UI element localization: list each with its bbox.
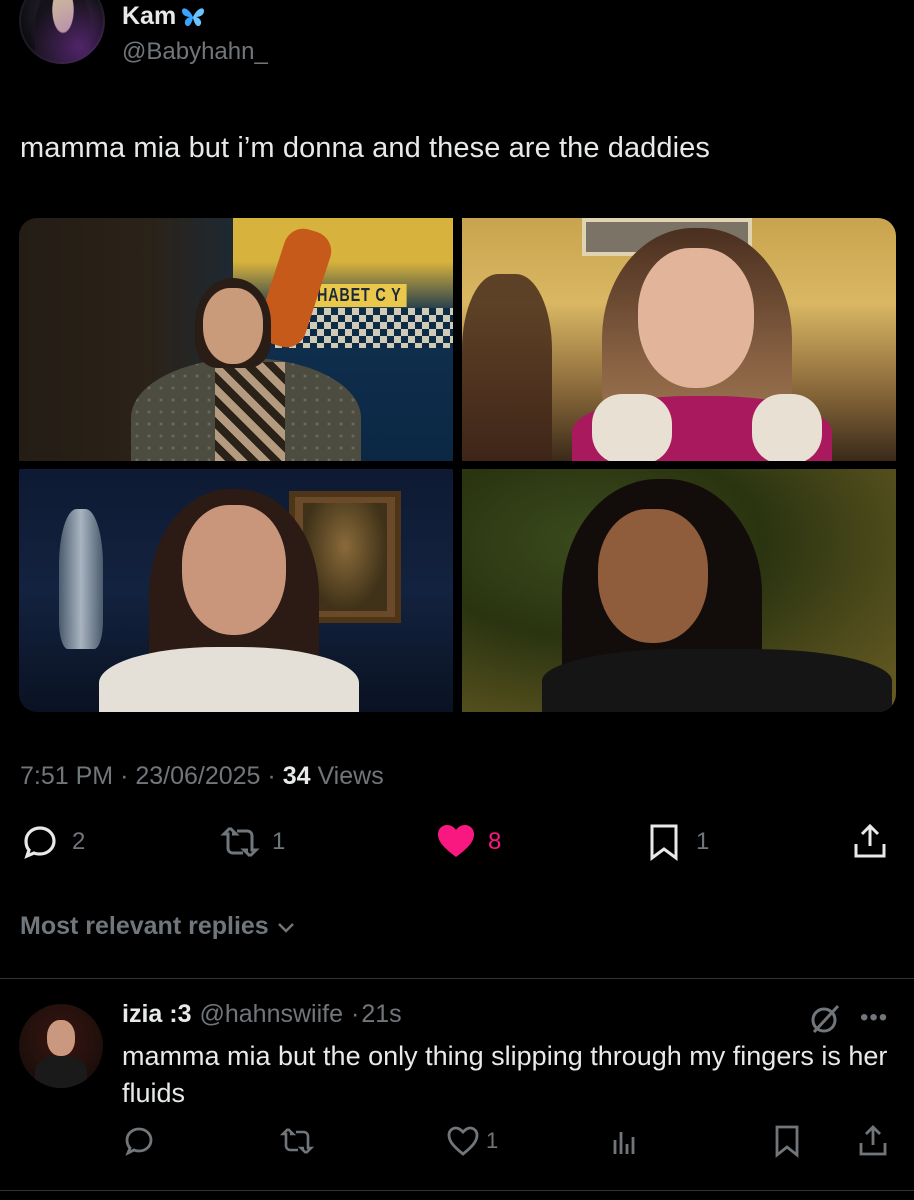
face bbox=[203, 288, 263, 364]
white-blazer bbox=[99, 647, 359, 712]
reply-avatar[interactable] bbox=[19, 1004, 103, 1088]
heart-filled-icon bbox=[438, 825, 474, 857]
tweet-action-bar: 2 1 8 1 bbox=[0, 822, 914, 872]
reply-header: izia :3 @hahnswiife · 21s bbox=[122, 1000, 402, 1029]
tweet-date[interactable]: 23/06/2025 bbox=[135, 762, 260, 790]
reply-bookmark-button[interactable] bbox=[770, 1124, 804, 1158]
tweet-meta: 7:51 PM · 23/06/2025 · 34 Views bbox=[20, 762, 384, 791]
tweet-text: mamma mia but i’m donna and these are th… bbox=[20, 132, 711, 164]
reply-author-name[interactable]: izia :3 bbox=[122, 1000, 191, 1029]
reply-author-handle[interactable]: @hahnswiife bbox=[199, 1000, 343, 1029]
photo-2[interactable] bbox=[462, 218, 896, 461]
heart-outline-icon bbox=[447, 1126, 479, 1156]
author-name-row[interactable]: Kam bbox=[122, 2, 206, 31]
share-button[interactable] bbox=[850, 822, 890, 862]
reply-like-button[interactable]: 1 bbox=[446, 1124, 498, 1158]
photo-1[interactable]: ALPHABET C Y bbox=[19, 218, 453, 461]
face bbox=[182, 505, 286, 635]
repost-icon bbox=[220, 826, 260, 858]
face bbox=[638, 248, 754, 388]
replies-sort-dropdown[interactable]: Most relevant replies bbox=[20, 912, 297, 941]
repost-count: 1 bbox=[272, 828, 286, 855]
chevron-down-icon bbox=[277, 922, 294, 933]
repost-button[interactable]: 1 bbox=[220, 822, 285, 862]
fur-collar-left bbox=[592, 394, 672, 461]
dark-coat bbox=[542, 649, 892, 712]
share-icon bbox=[854, 823, 886, 858]
like-count: 8 bbox=[488, 828, 502, 855]
reply-count: 2 bbox=[72, 828, 86, 855]
more-options-icon[interactable]: ••• bbox=[860, 1004, 888, 1032]
face bbox=[598, 509, 708, 643]
like-button[interactable]: 8 bbox=[436, 822, 501, 862]
photo-4[interactable] bbox=[462, 469, 896, 712]
reply-action-bar: 1 bbox=[0, 1124, 914, 1164]
photo-3[interactable] bbox=[19, 469, 453, 712]
grok-icon[interactable] bbox=[808, 1002, 842, 1036]
bottom-divider bbox=[0, 1190, 914, 1191]
shirt bbox=[215, 362, 285, 461]
views-count: 34 bbox=[282, 762, 311, 790]
reply-button[interactable]: 2 bbox=[20, 822, 85, 862]
section-divider bbox=[0, 978, 914, 979]
meta-separator: · bbox=[120, 762, 136, 790]
reply-like-count: 1 bbox=[486, 1128, 499, 1153]
background-person bbox=[462, 274, 552, 461]
reply-repost-button[interactable] bbox=[280, 1124, 314, 1158]
reply-separator: · bbox=[351, 1000, 360, 1028]
fur-collar-right bbox=[752, 394, 822, 461]
reply-share-button[interactable] bbox=[856, 1124, 890, 1158]
share-icon bbox=[859, 1125, 887, 1156]
reply-age[interactable]: 21s bbox=[361, 1000, 401, 1029]
bookmark-count: 1 bbox=[696, 828, 710, 855]
views-label: Views bbox=[310, 762, 384, 790]
bookmark-icon bbox=[650, 824, 678, 861]
person-figure bbox=[131, 223, 371, 461]
reply-icon bbox=[24, 826, 56, 859]
bookmark-button[interactable]: 1 bbox=[644, 822, 709, 862]
author-handle[interactable]: @Babyhahn_ bbox=[122, 38, 268, 66]
media-grid: ALPHABET C Y bbox=[19, 218, 896, 712]
replies-sort-label: Most relevant replies bbox=[20, 912, 269, 940]
reply-reply-button[interactable] bbox=[122, 1124, 156, 1158]
tweet-time[interactable]: 7:51 PM bbox=[20, 762, 113, 790]
reply-text: mamma mia but the only thing slipping th… bbox=[122, 1041, 888, 1108]
reply-views-button[interactable] bbox=[608, 1124, 642, 1158]
repost-icon bbox=[280, 1128, 314, 1154]
author-avatar[interactable] bbox=[19, 0, 105, 64]
butterfly-icon bbox=[182, 7, 205, 26]
glass-sculpture bbox=[59, 509, 103, 649]
meta-separator: · bbox=[267, 762, 283, 790]
reply-icon bbox=[125, 1127, 153, 1156]
bookmark-icon bbox=[775, 1125, 799, 1158]
author-name[interactable]: Kam bbox=[122, 2, 176, 31]
views-chart-icon bbox=[613, 1132, 635, 1154]
